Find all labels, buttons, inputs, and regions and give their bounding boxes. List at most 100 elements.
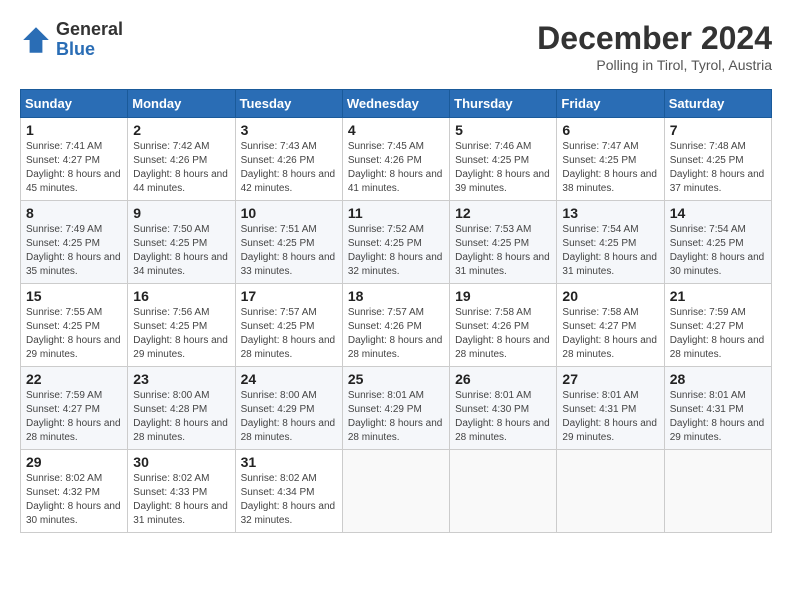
sunrise-label: Sunrise: 7:59 AM bbox=[26, 390, 102, 401]
sunset-label: Sunset: 4:25 PM bbox=[26, 321, 100, 332]
day-info: Sunrise: 7:54 AM Sunset: 4:25 PM Dayligh… bbox=[562, 223, 658, 279]
day-info: Sunrise: 7:49 AM Sunset: 4:25 PM Dayligh… bbox=[26, 223, 122, 279]
daylight-label: Daylight: 8 hours and 31 minutes. bbox=[562, 252, 657, 277]
daylight-label: Daylight: 8 hours and 33 minutes. bbox=[241, 252, 336, 277]
day-number: 13 bbox=[562, 205, 658, 221]
day-number: 24 bbox=[241, 371, 337, 387]
day-number: 27 bbox=[562, 371, 658, 387]
sunrise-label: Sunrise: 7:49 AM bbox=[26, 224, 102, 235]
sunset-label: Sunset: 4:25 PM bbox=[670, 155, 744, 166]
table-row: 12 Sunrise: 7:53 AM Sunset: 4:25 PM Dayl… bbox=[450, 201, 557, 284]
table-row bbox=[664, 450, 771, 533]
sunset-label: Sunset: 4:28 PM bbox=[133, 404, 207, 415]
daylight-label: Daylight: 8 hours and 30 minutes. bbox=[670, 252, 765, 277]
day-info: Sunrise: 8:02 AM Sunset: 4:34 PM Dayligh… bbox=[241, 472, 337, 528]
logo-blue: Blue bbox=[56, 40, 123, 60]
sunset-label: Sunset: 4:25 PM bbox=[241, 238, 315, 249]
table-row: 2 Sunrise: 7:42 AM Sunset: 4:26 PM Dayli… bbox=[128, 118, 235, 201]
sunrise-label: Sunrise: 7:55 AM bbox=[26, 307, 102, 318]
day-info: Sunrise: 8:02 AM Sunset: 4:33 PM Dayligh… bbox=[133, 472, 229, 528]
day-info: Sunrise: 8:00 AM Sunset: 4:28 PM Dayligh… bbox=[133, 389, 229, 445]
day-info: Sunrise: 7:53 AM Sunset: 4:25 PM Dayligh… bbox=[455, 223, 551, 279]
calendar-week-row: 8 Sunrise: 7:49 AM Sunset: 4:25 PM Dayli… bbox=[21, 201, 772, 284]
day-number: 19 bbox=[455, 288, 551, 304]
table-row: 17 Sunrise: 7:57 AM Sunset: 4:25 PM Dayl… bbox=[235, 284, 342, 367]
sunrise-label: Sunrise: 7:56 AM bbox=[133, 307, 209, 318]
day-info: Sunrise: 7:50 AM Sunset: 4:25 PM Dayligh… bbox=[133, 223, 229, 279]
col-tuesday: Tuesday bbox=[235, 90, 342, 118]
day-info: Sunrise: 7:43 AM Sunset: 4:26 PM Dayligh… bbox=[241, 140, 337, 196]
table-row: 16 Sunrise: 7:56 AM Sunset: 4:25 PM Dayl… bbox=[128, 284, 235, 367]
day-number: 23 bbox=[133, 371, 229, 387]
daylight-label: Daylight: 8 hours and 31 minutes. bbox=[133, 501, 228, 526]
day-info: Sunrise: 7:51 AM Sunset: 4:25 PM Dayligh… bbox=[241, 223, 337, 279]
calendar-header-row: Sunday Monday Tuesday Wednesday Thursday… bbox=[21, 90, 772, 118]
day-number: 18 bbox=[348, 288, 444, 304]
sunset-label: Sunset: 4:25 PM bbox=[455, 238, 529, 249]
col-monday: Monday bbox=[128, 90, 235, 118]
sunrise-label: Sunrise: 7:53 AM bbox=[455, 224, 531, 235]
day-number: 12 bbox=[455, 205, 551, 221]
sunset-label: Sunset: 4:25 PM bbox=[26, 238, 100, 249]
sunset-label: Sunset: 4:32 PM bbox=[26, 487, 100, 498]
sunrise-label: Sunrise: 8:01 AM bbox=[348, 390, 424, 401]
daylight-label: Daylight: 8 hours and 28 minutes. bbox=[455, 418, 550, 443]
logo-general: General bbox=[56, 20, 123, 40]
sunset-label: Sunset: 4:25 PM bbox=[562, 155, 636, 166]
day-number: 22 bbox=[26, 371, 122, 387]
day-info: Sunrise: 7:57 AM Sunset: 4:25 PM Dayligh… bbox=[241, 306, 337, 362]
title-block: December 2024 Polling in Tirol, Tyrol, A… bbox=[537, 20, 772, 73]
table-row: 29 Sunrise: 8:02 AM Sunset: 4:32 PM Dayl… bbox=[21, 450, 128, 533]
logo-icon bbox=[20, 24, 52, 56]
sunset-label: Sunset: 4:31 PM bbox=[562, 404, 636, 415]
sunset-label: Sunset: 4:25 PM bbox=[562, 238, 636, 249]
day-number: 1 bbox=[26, 122, 122, 138]
day-number: 29 bbox=[26, 454, 122, 470]
table-row: 26 Sunrise: 8:01 AM Sunset: 4:30 PM Dayl… bbox=[450, 367, 557, 450]
day-info: Sunrise: 7:41 AM Sunset: 4:27 PM Dayligh… bbox=[26, 140, 122, 196]
table-row: 5 Sunrise: 7:46 AM Sunset: 4:25 PM Dayli… bbox=[450, 118, 557, 201]
sunset-label: Sunset: 4:29 PM bbox=[241, 404, 315, 415]
day-number: 16 bbox=[133, 288, 229, 304]
day-number: 2 bbox=[133, 122, 229, 138]
day-number: 26 bbox=[455, 371, 551, 387]
day-info: Sunrise: 8:02 AM Sunset: 4:32 PM Dayligh… bbox=[26, 472, 122, 528]
sunrise-label: Sunrise: 7:42 AM bbox=[133, 141, 209, 152]
day-info: Sunrise: 8:01 AM Sunset: 4:29 PM Dayligh… bbox=[348, 389, 444, 445]
logo: General Blue bbox=[20, 20, 123, 60]
sunset-label: Sunset: 4:25 PM bbox=[241, 321, 315, 332]
table-row: 14 Sunrise: 7:54 AM Sunset: 4:25 PM Dayl… bbox=[664, 201, 771, 284]
table-row: 15 Sunrise: 7:55 AM Sunset: 4:25 PM Dayl… bbox=[21, 284, 128, 367]
table-row: 30 Sunrise: 8:02 AM Sunset: 4:33 PM Dayl… bbox=[128, 450, 235, 533]
sunset-label: Sunset: 4:30 PM bbox=[455, 404, 529, 415]
daylight-label: Daylight: 8 hours and 28 minutes. bbox=[455, 335, 550, 360]
day-number: 11 bbox=[348, 205, 444, 221]
sunset-label: Sunset: 4:26 PM bbox=[133, 155, 207, 166]
day-info: Sunrise: 8:01 AM Sunset: 4:30 PM Dayligh… bbox=[455, 389, 551, 445]
sunrise-label: Sunrise: 7:47 AM bbox=[562, 141, 638, 152]
day-info: Sunrise: 7:57 AM Sunset: 4:26 PM Dayligh… bbox=[348, 306, 444, 362]
daylight-label: Daylight: 8 hours and 31 minutes. bbox=[455, 252, 550, 277]
table-row: 18 Sunrise: 7:57 AM Sunset: 4:26 PM Dayl… bbox=[342, 284, 449, 367]
calendar-week-row: 22 Sunrise: 7:59 AM Sunset: 4:27 PM Dayl… bbox=[21, 367, 772, 450]
sunrise-label: Sunrise: 7:46 AM bbox=[455, 141, 531, 152]
sunrise-label: Sunrise: 8:01 AM bbox=[455, 390, 531, 401]
calendar-table: Sunday Monday Tuesday Wednesday Thursday… bbox=[20, 89, 772, 533]
day-info: Sunrise: 7:46 AM Sunset: 4:25 PM Dayligh… bbox=[455, 140, 551, 196]
table-row: 4 Sunrise: 7:45 AM Sunset: 4:26 PM Dayli… bbox=[342, 118, 449, 201]
sunrise-label: Sunrise: 7:58 AM bbox=[562, 307, 638, 318]
sunrise-label: Sunrise: 7:54 AM bbox=[562, 224, 638, 235]
day-number: 25 bbox=[348, 371, 444, 387]
sunrise-label: Sunrise: 7:45 AM bbox=[348, 141, 424, 152]
sunrise-label: Sunrise: 7:52 AM bbox=[348, 224, 424, 235]
sunset-label: Sunset: 4:25 PM bbox=[133, 321, 207, 332]
daylight-label: Daylight: 8 hours and 38 minutes. bbox=[562, 169, 657, 194]
day-info: Sunrise: 7:59 AM Sunset: 4:27 PM Dayligh… bbox=[670, 306, 766, 362]
daylight-label: Daylight: 8 hours and 30 minutes. bbox=[26, 501, 121, 526]
sunset-label: Sunset: 4:29 PM bbox=[348, 404, 422, 415]
daylight-label: Daylight: 8 hours and 28 minutes. bbox=[26, 418, 121, 443]
sunset-label: Sunset: 4:33 PM bbox=[133, 487, 207, 498]
day-info: Sunrise: 7:58 AM Sunset: 4:26 PM Dayligh… bbox=[455, 306, 551, 362]
sunrise-label: Sunrise: 7:59 AM bbox=[670, 307, 746, 318]
day-number: 4 bbox=[348, 122, 444, 138]
